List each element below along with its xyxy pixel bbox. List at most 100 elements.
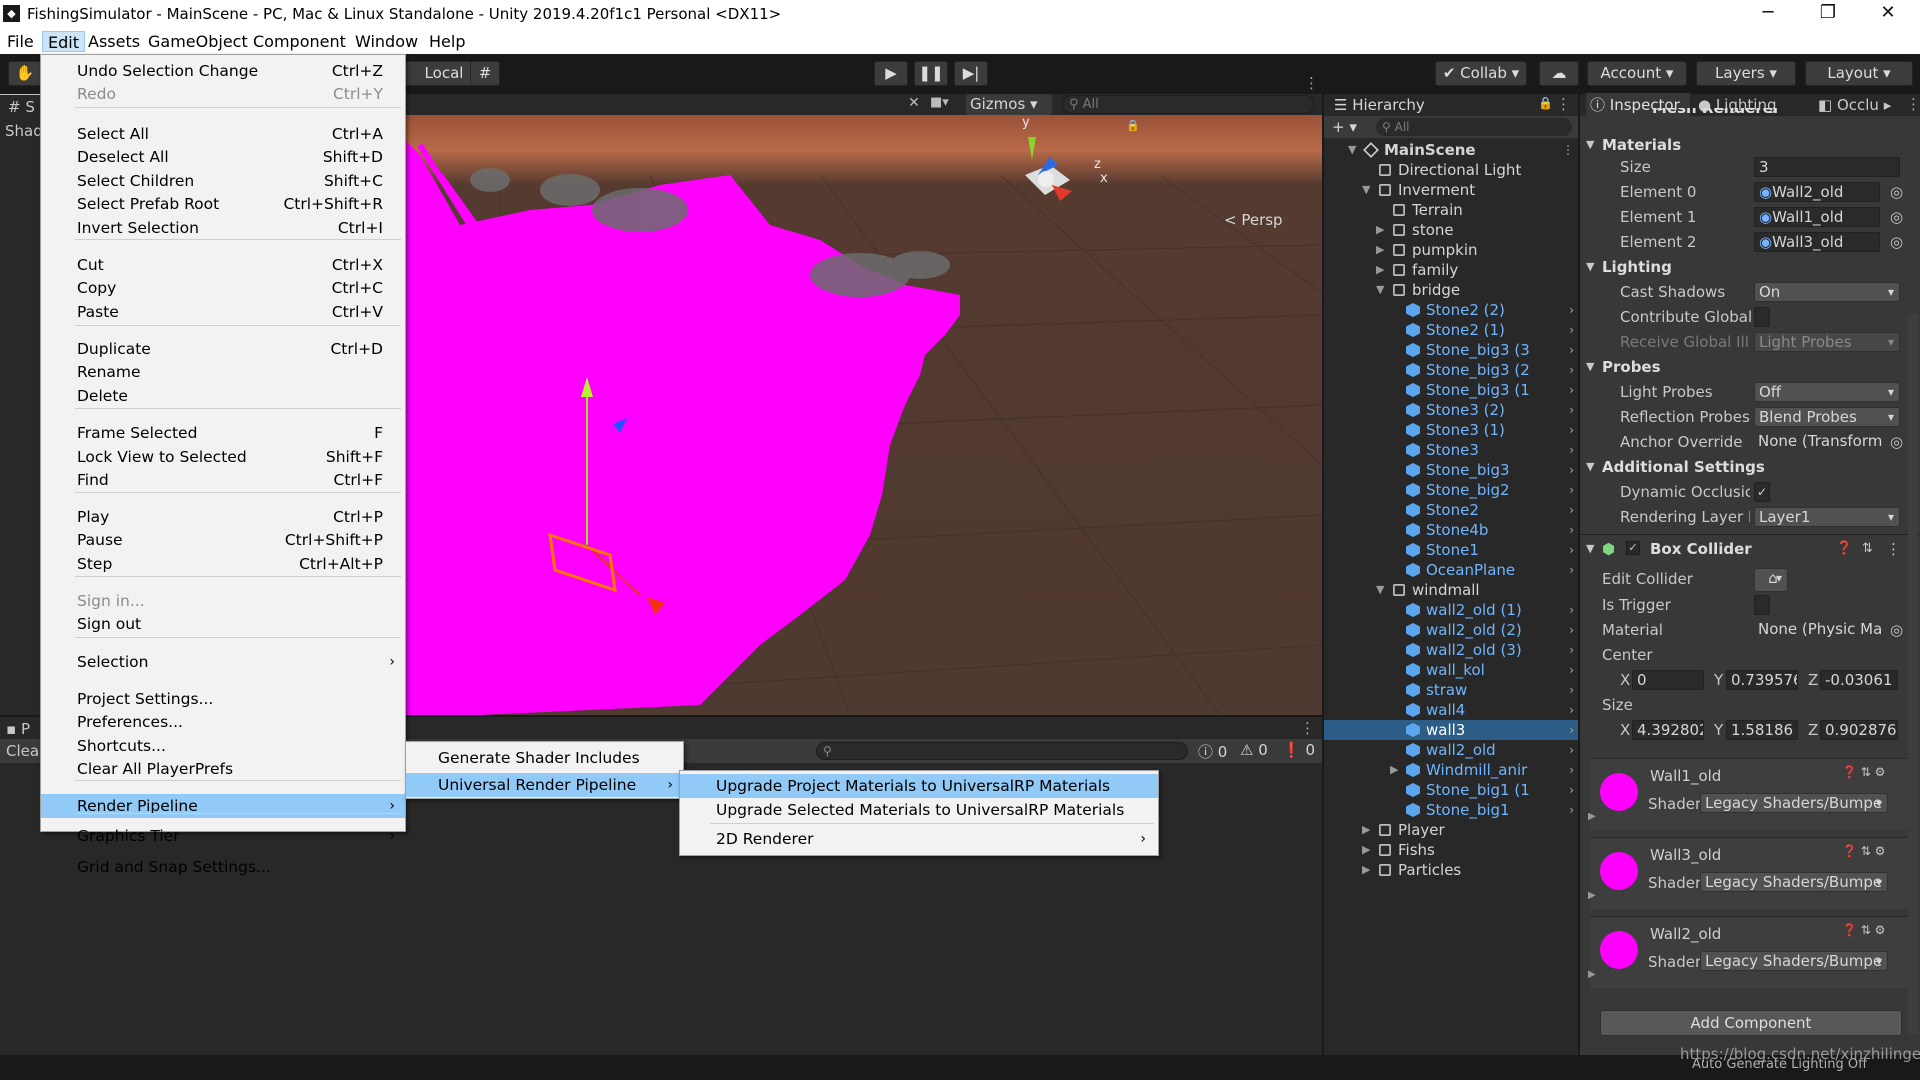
edit-menu-item[interactable]: Shortcuts...: [41, 734, 405, 758]
expand-down-icon[interactable]: ▼: [1362, 180, 1370, 200]
hierarchy-row[interactable]: ▶ pumpkin: [1324, 240, 1580, 260]
material-header-icons[interactable]: ❓ ⇅ ⚙: [1842, 923, 1885, 937]
prefab-open-icon[interactable]: ›: [1569, 480, 1574, 500]
project-tab[interactable]: ▪ P: [6, 717, 30, 741]
expand-right-icon[interactable]: ▶: [1376, 240, 1384, 260]
size-x-field[interactable]: 4.392802: [1632, 720, 1704, 740]
prefab-open-icon[interactable]: ›: [1569, 460, 1574, 480]
edit-menu-item[interactable]: Select Children Shift+C: [41, 169, 405, 193]
collab-dropdown[interactable]: ✔ Collab ▾: [1435, 61, 1527, 86]
material-header-icons[interactable]: ❓ ⇅ ⚙: [1842, 765, 1885, 779]
hierarchy-row[interactable]: wall2_old (3) ›: [1324, 640, 1580, 660]
bottom-options-icon[interactable]: ⋮: [1300, 719, 1315, 737]
edit-menu-item[interactable]: Rename: [41, 360, 405, 384]
hierarchy-row[interactable]: Stone_big3 (2 ›: [1324, 360, 1580, 380]
grid-snap-icon[interactable]: #: [470, 61, 500, 86]
help-icon[interactable]: ❓: [1836, 538, 1852, 560]
edit-menu-item[interactable]: Clear All PlayerPrefs: [41, 757, 405, 781]
receive-gi-dropdown[interactable]: Light Probes: [1754, 332, 1900, 352]
hierarchy-row[interactable]: Stone2 ›: [1324, 500, 1580, 520]
additional-settings-foldout[interactable]: ▼ Additional Settings: [1580, 456, 1920, 478]
edit-menu-item[interactable]: Frame Selected F: [41, 421, 405, 445]
edit-menu-item[interactable]: Pause Ctrl+Shift+P: [41, 528, 405, 552]
prefab-open-icon[interactable]: ›: [1569, 760, 1574, 780]
materials-size-field[interactable]: 3: [1754, 157, 1900, 177]
expand-right-icon[interactable]: ▶: [1390, 760, 1398, 780]
shader-dropdown[interactable]: Legacy Shaders/Bumpe: [1700, 793, 1888, 813]
menu-file[interactable]: File: [2, 31, 39, 52]
cast-shadows-dropdown[interactable]: On: [1754, 282, 1900, 302]
menu-assets[interactable]: Assets: [83, 31, 145, 52]
prefab-open-icon[interactable]: ›: [1569, 720, 1574, 740]
edit-menu-item[interactable]: Deselect All Shift+D: [41, 145, 405, 169]
center-z-field[interactable]: -0.03061: [1820, 670, 1898, 690]
hierarchy-row[interactable]: ▶ Fishs: [1324, 840, 1580, 860]
prefab-open-icon[interactable]: ›: [1569, 680, 1574, 700]
restore-button[interactable]: ❐: [1818, 3, 1838, 25]
edit-menu-item[interactable]: Duplicate Ctrl+D: [41, 337, 405, 361]
hierarchy-row[interactable]: ▶ stone: [1324, 220, 1580, 240]
tools-icon[interactable]: ✕: [900, 95, 928, 114]
object-picker-icon[interactable]: ◎: [1890, 619, 1903, 641]
lock-icon[interactable]: 🔒: [1126, 119, 1140, 132]
hierarchy-row[interactable]: Stone1 ›: [1324, 540, 1580, 560]
hierarchy-row[interactable]: OceanPlane ›: [1324, 560, 1580, 580]
urp-menu-item[interactable]: Upgrade Project Materials to UniversalRP…: [680, 774, 1158, 798]
minimize-button[interactable]: ─: [1758, 3, 1778, 25]
edit-menu-item[interactable]: Find Ctrl+F: [41, 468, 405, 492]
prefab-open-icon[interactable]: ›: [1569, 780, 1574, 800]
material-foldout-icon[interactable]: ▶: [1588, 811, 1596, 822]
urp-menu-item[interactable]: Upgrade Selected Materials to UniversalR…: [680, 798, 1158, 822]
add-component-button[interactable]: Add Component: [1600, 1010, 1902, 1036]
expand-down-icon[interactable]: ▼: [1376, 580, 1384, 600]
expand-right-icon[interactable]: ▶: [1362, 860, 1370, 880]
hierarchy-row[interactable]: ▶ family: [1324, 260, 1580, 280]
menu-component[interactable]: Component: [248, 31, 351, 52]
prefab-open-icon[interactable]: ›: [1569, 300, 1574, 320]
hierarchy-row[interactable]: ▶ Player: [1324, 820, 1580, 840]
close-button[interactable]: ✕: [1878, 3, 1898, 25]
edit-menu-item[interactable]: Delete: [41, 384, 405, 408]
object-picker-icon[interactable]: ◎: [1890, 206, 1903, 228]
edit-menu-item[interactable]: Graphics Tier ›: [41, 824, 405, 848]
material-header-icons[interactable]: ❓ ⇅ ⚙: [1842, 844, 1885, 858]
anchor-override-field[interactable]: None (Transform: [1754, 432, 1884, 452]
shader-dropdown[interactable]: Legacy Shaders/Bumpe: [1700, 872, 1888, 892]
reflection-probes-dropdown[interactable]: Blend Probes: [1754, 407, 1900, 427]
inspector-scrollbar[interactable]: [1908, 314, 1918, 1034]
menu-help[interactable]: Help: [424, 31, 470, 52]
edit-menu-item[interactable]: Invert Selection Ctrl+I: [41, 216, 405, 240]
element0-field[interactable]: ◉Wall2_old: [1754, 182, 1880, 202]
log-count-badge[interactable]: ⓘ 0: [1198, 741, 1227, 762]
element2-field[interactable]: ◉Wall3_old: [1754, 232, 1880, 252]
hierarchy-row[interactable]: Stone_big1 (1 ›: [1324, 780, 1580, 800]
hierarchy-row[interactable]: Stone_big3 (1 ›: [1324, 380, 1580, 400]
hierarchy-row[interactable]: ▼ Inverment: [1324, 180, 1580, 200]
edit-menu-item[interactable]: Paste Ctrl+V: [41, 300, 405, 324]
material-foldout-icon[interactable]: ▶: [1588, 890, 1596, 901]
step-button[interactable]: ▶|: [954, 61, 988, 86]
prefab-open-icon[interactable]: ›: [1569, 420, 1574, 440]
edit-menu-item[interactable]: Copy Ctrl+C: [41, 276, 405, 300]
edit-menu-item[interactable]: Sign out: [41, 612, 405, 636]
is-trigger-checkbox[interactable]: [1754, 595, 1770, 615]
perspective-toggle[interactable]: < Persp: [1224, 211, 1283, 229]
prefab-open-icon[interactable]: ›: [1569, 340, 1574, 360]
prefab-open-icon[interactable]: ›: [1569, 560, 1574, 580]
expand-right-icon[interactable]: ▶: [1376, 220, 1384, 240]
materials-foldout[interactable]: ▼ Materials: [1580, 134, 1920, 156]
hierarchy-row[interactable]: Stone2 (1) ›: [1324, 320, 1580, 340]
hierarchy-row[interactable]: Directional Light: [1324, 160, 1580, 180]
hierarchy-row[interactable]: ▶ Windmill_anir ›: [1324, 760, 1580, 780]
shader-dropdown[interactable]: Legacy Shaders/Bumpe: [1700, 951, 1888, 971]
prefab-open-icon[interactable]: ›: [1569, 540, 1574, 560]
expand-right-icon[interactable]: ▶: [1376, 260, 1384, 280]
hierarchy-row[interactable]: wall4 ›: [1324, 700, 1580, 720]
expand-down-icon[interactable]: ▼: [1348, 140, 1356, 160]
hierarchy-options-icon[interactable]: ⋮: [1556, 95, 1571, 113]
add-object-button[interactable]: + ▾: [1332, 116, 1357, 138]
hierarchy-search-input[interactable]: ⚲ All: [1376, 118, 1572, 136]
clear-button[interactable]: Clea: [6, 739, 39, 763]
hierarchy-row[interactable]: Stone2 (2) ›: [1324, 300, 1580, 320]
hierarchy-row[interactable]: Stone_big1 ›: [1324, 800, 1580, 820]
